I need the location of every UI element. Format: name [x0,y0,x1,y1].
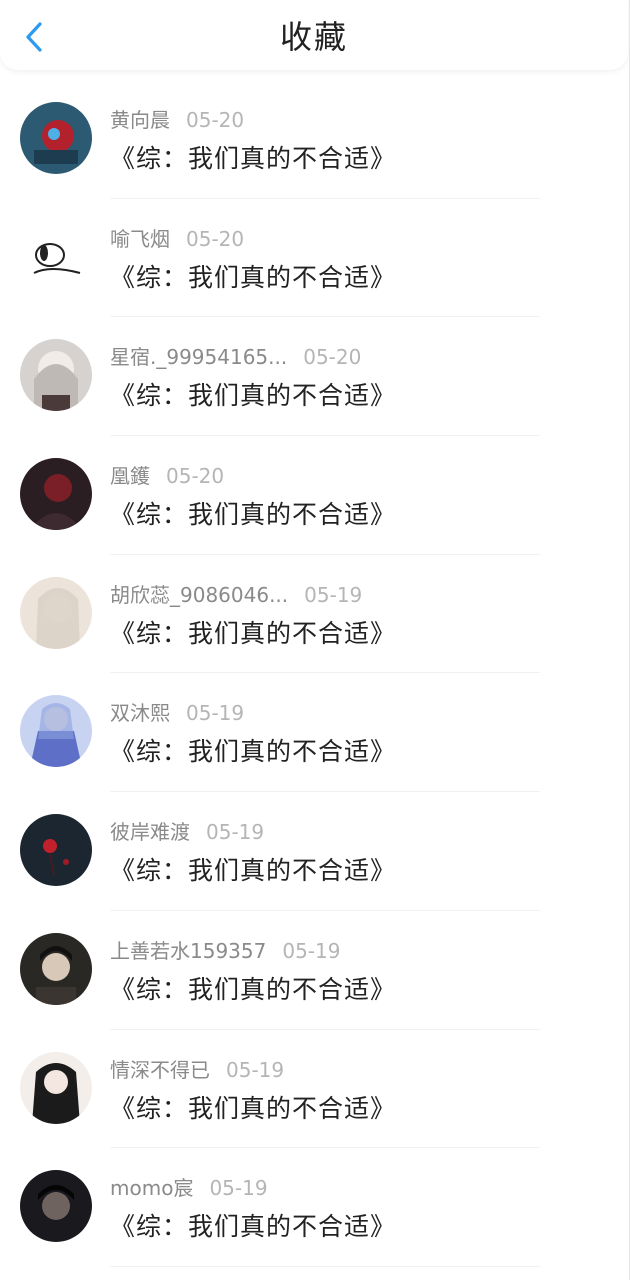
avatar[interactable] [20,814,92,887]
item-meta: 上善若水159357 05-19 [110,937,340,965]
username[interactable]: 星宿._99954165... [110,345,287,369]
username[interactable]: 彼岸难渡 [110,820,190,844]
book-title[interactable]: 《综：我们真的不合适》 [110,498,396,532]
avatar[interactable] [20,220,92,293]
date: 05-20 [186,226,245,251]
list-item[interactable]: 双沐熙 05-19 《综：我们真的不合适》 [0,673,628,793]
item-meta: 黄向晨 05-20 [110,106,244,134]
avatar[interactable] [20,576,92,649]
item-meta: 凰鑊 05-20 [110,462,224,490]
avatar[interactable] [20,1170,92,1243]
date: 05-19 [209,1176,268,1201]
item-meta: 胡欣蕊_9086046... 05-19 [110,581,362,609]
avatar[interactable] [20,102,92,174]
book-title[interactable]: 《综：我们真的不合适》 [110,142,396,176]
username[interactable]: 凰鑊 [110,464,150,488]
list-item[interactable]: 情深不得已 05-19 《综：我们真的不合适》 [0,1030,628,1149]
date: 05-19 [304,582,363,607]
list-item[interactable]: 凰鑊 05-20 《综：我们真的不合适》 [0,436,628,555]
book-title[interactable]: 《综：我们真的不合适》 [110,854,396,888]
date: 05-20 [303,345,362,370]
book-title[interactable]: 《综：我们真的不合适》 [110,261,396,295]
book-title[interactable]: 《综：我们真的不合适》 [110,1092,396,1126]
book-title[interactable]: 《综：我们真的不合适》 [110,379,396,413]
avatar[interactable] [20,458,92,531]
top-bar: 收藏 [0,0,628,70]
book-title[interactable]: 《综：我们真的不合适》 [110,973,396,1007]
username[interactable]: momo宸 [110,1176,193,1200]
date: 05-19 [226,1057,285,1082]
list-item[interactable]: 喻飞烟 05-20 《综：我们真的不合适》 [0,199,628,318]
item-meta: 喻飞烟 05-20 [110,225,244,253]
username[interactable]: 上善若水159357 [110,939,266,963]
item-meta: momo宸 05-19 [110,1174,268,1202]
item-meta: 星宿._99954165... 05-20 [110,343,361,371]
date: 05-19 [186,701,245,726]
avatar[interactable] [20,339,92,412]
username[interactable]: 喻飞烟 [110,227,170,251]
date: 05-20 [166,464,225,489]
username[interactable]: 黄向晨 [110,108,170,132]
username[interactable]: 胡欣蕊_9086046... [110,583,288,607]
divider [110,1265,540,1267]
book-title[interactable]: 《综：我们真的不合适》 [110,1210,396,1244]
item-meta: 彼岸难渡 05-19 [110,818,264,846]
username[interactable]: 双沐熙 [110,701,170,725]
item-meta: 双沐熙 05-19 [110,699,244,727]
list-item[interactable]: 黄向晨 05-20 《综：我们真的不合适》 [0,80,628,199]
favorites-page: 收藏 黄向晨 05-20 《综：我们真的不合适》 喻飞烟 05-20 《综：我们真的不合适… [0,0,630,1280]
list-item[interactable]: 胡欣蕊_9086046... 05-19 《综：我们真的不合适》 [0,555,628,674]
avatar[interactable] [20,932,92,1005]
list-item[interactable]: momo宸 05-19 《综：我们真的不合适》 [0,1148,628,1267]
date: 05-19 [282,938,341,963]
list-item[interactable]: 上善若水159357 05-19 《综：我们真的不合适》 [0,911,628,1030]
book-title[interactable]: 《综：我们真的不合适》 [110,617,396,651]
book-title[interactable]: 《综：我们真的不合适》 [110,735,396,769]
date: 05-19 [206,820,265,845]
list-item[interactable]: 星宿._99954165... 05-20 《综：我们真的不合适》 [0,317,628,437]
username[interactable]: 情深不得已 [110,1058,210,1082]
favorites-list: 黄向晨 05-20 《综：我们真的不合适》 喻飞烟 05-20 《综：我们真的不合适》 星宿… [0,80,628,1267]
avatar[interactable] [20,1051,92,1124]
item-meta: 情深不得已 05-19 [110,1056,284,1084]
avatar[interactable] [20,695,92,768]
page-title: 收藏 [279,18,348,56]
list-item[interactable]: 彼岸难渡 05-19 《综：我们真的不合适》 [0,792,628,911]
date: 05-20 [186,108,245,132]
